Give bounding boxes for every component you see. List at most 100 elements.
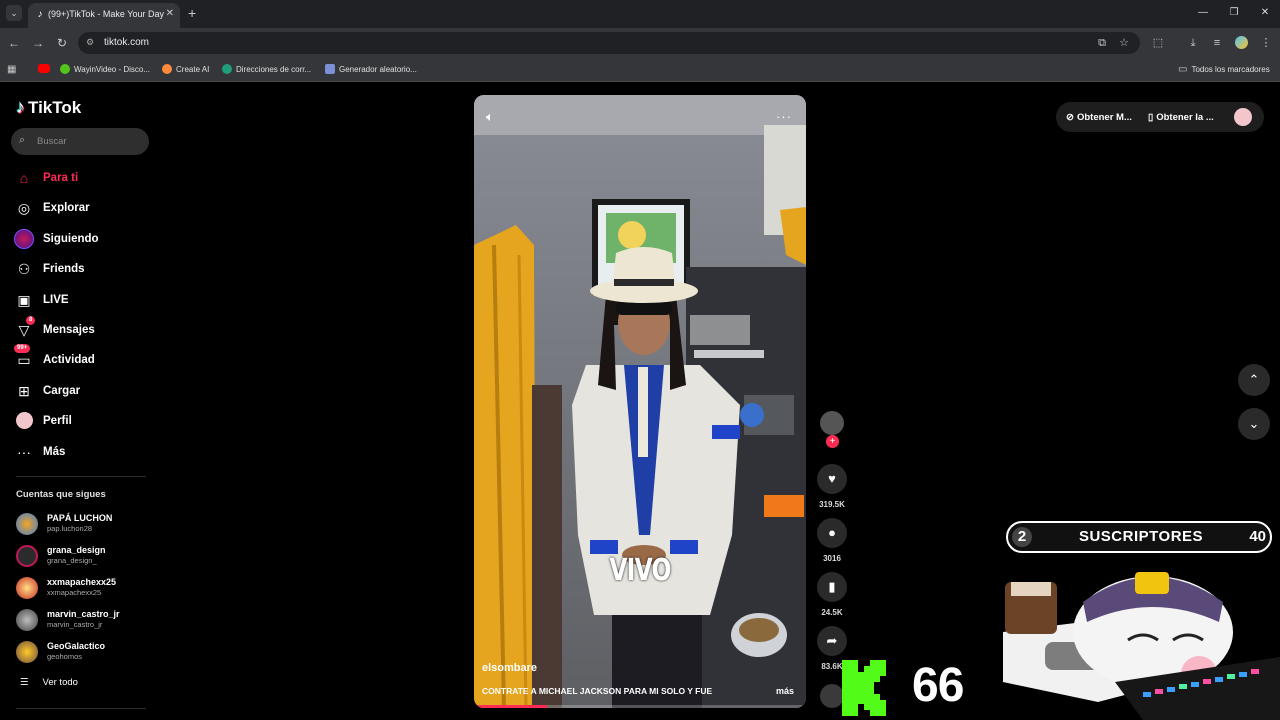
following-item[interactable]: marvin_castro_jr marvin_castro_jr [16,607,156,635]
creator-avatar[interactable] [820,411,844,435]
following-item[interactable]: grana_design grana_design_ [16,543,156,571]
site-info-icon[interactable]: ⚙ [86,37,94,48]
activity-badge: 99+ [14,344,31,353]
nav-mensajes[interactable]: ▽ 8 Mensajes [14,316,154,342]
close-tab-icon[interactable]: ✕ [166,8,174,19]
save-count: 24.5K [821,608,843,617]
wayinvideo-icon [60,64,70,74]
video-more-link[interactable]: más [776,686,794,696]
activity-icon: ▭ 99+ [14,344,34,370]
bookmark-icon: ▮ [817,572,847,602]
close-window-button[interactable]: ✕ [1255,7,1275,19]
browser-toolbar: ← → ↻ ⚙ tiktok.com ⧉ ☆ ⬚ ⤓ ≡ ⋮ [0,28,1280,58]
install-app-icon[interactable]: ⧉ [1094,36,1110,50]
phone-icon: ▯ [1148,111,1154,123]
nav-siguiendo[interactable]: Siguiendo [14,227,154,251]
search-input[interactable]: ⌕ Buscar [11,128,149,155]
following-item[interactable]: xxmapachexx25 xxmapachexx25 [16,575,156,603]
following-item[interactable]: PAPÁ LUCHON pap.luchon28 [16,511,156,539]
next-video-button[interactable]: ⌄ [1238,408,1270,440]
save-button[interactable]: ▮ 24.5K [817,572,847,617]
nav-perfil[interactable]: Perfil [14,409,154,433]
video-progress-bar[interactable] [474,705,806,708]
following-icon [14,229,34,249]
nav-live[interactable]: ▣ LIVE [14,288,154,312]
nav-cargar[interactable]: ⊞ Cargar [14,379,154,403]
volume-icon[interactable]: 🔈︎ [486,109,494,125]
see-all-link[interactable]: ☰ Ver todo [20,677,78,688]
heart-icon: ♥ [817,464,847,494]
address-bar[interactable]: ⚙ tiktok.com [78,32,1140,54]
url-text: tiktok.com [104,37,150,48]
apps-grid-icon[interactable]: ▦ [7,64,16,75]
video-description: CONTRATE A MICHAEL JACKSON PARA MI SOLO … [482,686,713,696]
menu-kebab-icon[interactable]: ⋮ [1258,36,1274,50]
nav-para-ti[interactable]: ⌂ Para ti [14,166,154,190]
bookmark-create-ai[interactable]: Create AI [162,64,209,74]
mail-icon [222,64,232,74]
following-section-title: Cuentas que sigues [16,489,106,500]
bookmark-wayinvideo[interactable]: WayinVideo - Disco... [60,64,150,74]
extensions-icon[interactable]: ⬚ [1150,36,1166,50]
like-button[interactable]: ♥ 319.5K [817,464,847,509]
bookmarks-bar: ▦ WayinVideo - Disco... Create AI Direcc… [0,58,1280,82]
nav-explorar[interactable]: ◎ Explorar [14,196,154,220]
video-author[interactable]: elsombare [482,662,537,674]
follow-plus-button[interactable]: + [826,435,839,448]
following-item[interactable]: GeoGalactico geohomos [16,639,156,667]
bookmark-youtube[interactable] [38,64,50,73]
search-icon: ⌕ [19,134,26,146]
profile-avatar-icon[interactable] [1233,36,1249,53]
get-app-button[interactable]: ▯ Obtener la ... [1148,102,1214,132]
share-icon: ➦ [817,626,847,656]
avatar [16,609,38,631]
bookmark-direcciones[interactable]: Direcciones de corr... [222,64,311,74]
bookmark-star-icon[interactable]: ☆ [1116,36,1132,50]
search-placeholder: Buscar [37,136,67,147]
tiktok-favicon-icon: ♪ [37,9,43,20]
video-overlay-text: VIVO [609,553,671,588]
generator-icon [325,64,335,74]
nav-mas[interactable]: ··· Más [14,440,154,464]
tab-search-button[interactable]: ⌄ [6,5,22,21]
video-frame [474,95,806,708]
new-tab-button[interactable]: + [188,5,196,21]
reload-icon[interactable]: ↻ [54,36,70,50]
forward-icon[interactable]: → [30,36,46,50]
video-player[interactable]: 🔈︎ ··· VIVO elsombare CONTRATE A MICHAEL… [474,95,806,708]
subscriber-label: SUSCRIPTORES [1078,528,1204,545]
bookmark-generador[interactable]: Generador aleatorio... [325,64,417,74]
video-options-icon[interactable]: ··· [776,109,792,124]
video-progress-fill [474,705,548,708]
compass-icon: ◎ [17,200,31,216]
home-icon: ⌂ [19,170,29,186]
downloads-icon[interactable]: ⤓ [1185,36,1201,50]
messages-icon: ▽ 8 [14,316,36,340]
nav-friends[interactable]: ⚇ Friends [14,257,154,281]
previous-video-button[interactable]: ⌃ [1238,364,1270,396]
create-ai-icon [162,64,172,74]
like-count: 319.5K [819,500,845,509]
minimize-button[interactable]: — [1193,7,1213,19]
user-avatar[interactable] [1234,108,1252,126]
get-m-button[interactable]: ⊘ Obtener M... [1066,102,1132,132]
messages-badge: 8 [26,316,36,325]
comment-button[interactable]: ● 3016 [817,518,847,563]
comment-count: 3016 [823,554,841,563]
restore-button[interactable]: ❐ [1224,7,1244,19]
tab-title: (99+)TikTok - Make Your Day [48,9,164,19]
more-icon: ··· [17,444,31,460]
tiktok-logo[interactable]: ♪ TikTok [16,97,81,118]
avatar [16,577,38,599]
nav-actividad[interactable]: ▭ 99+ Actividad [14,344,154,372]
back-icon[interactable]: ← [6,36,22,50]
music-disc-avatar[interactable] [820,684,844,708]
browser-tab[interactable]: ♪ (99+)TikTok - Make Your Day ✕ [28,3,180,28]
avatar [16,641,38,663]
live-icon: ▣ [17,292,31,308]
kick-logo-icon [842,660,886,716]
reading-list-icon[interactable]: ≡ [1209,36,1225,50]
avatar [16,545,38,567]
list-icon: ☰ [20,677,29,688]
all-bookmarks-folder[interactable]: ▭ Todos los marcadores [1178,64,1270,75]
